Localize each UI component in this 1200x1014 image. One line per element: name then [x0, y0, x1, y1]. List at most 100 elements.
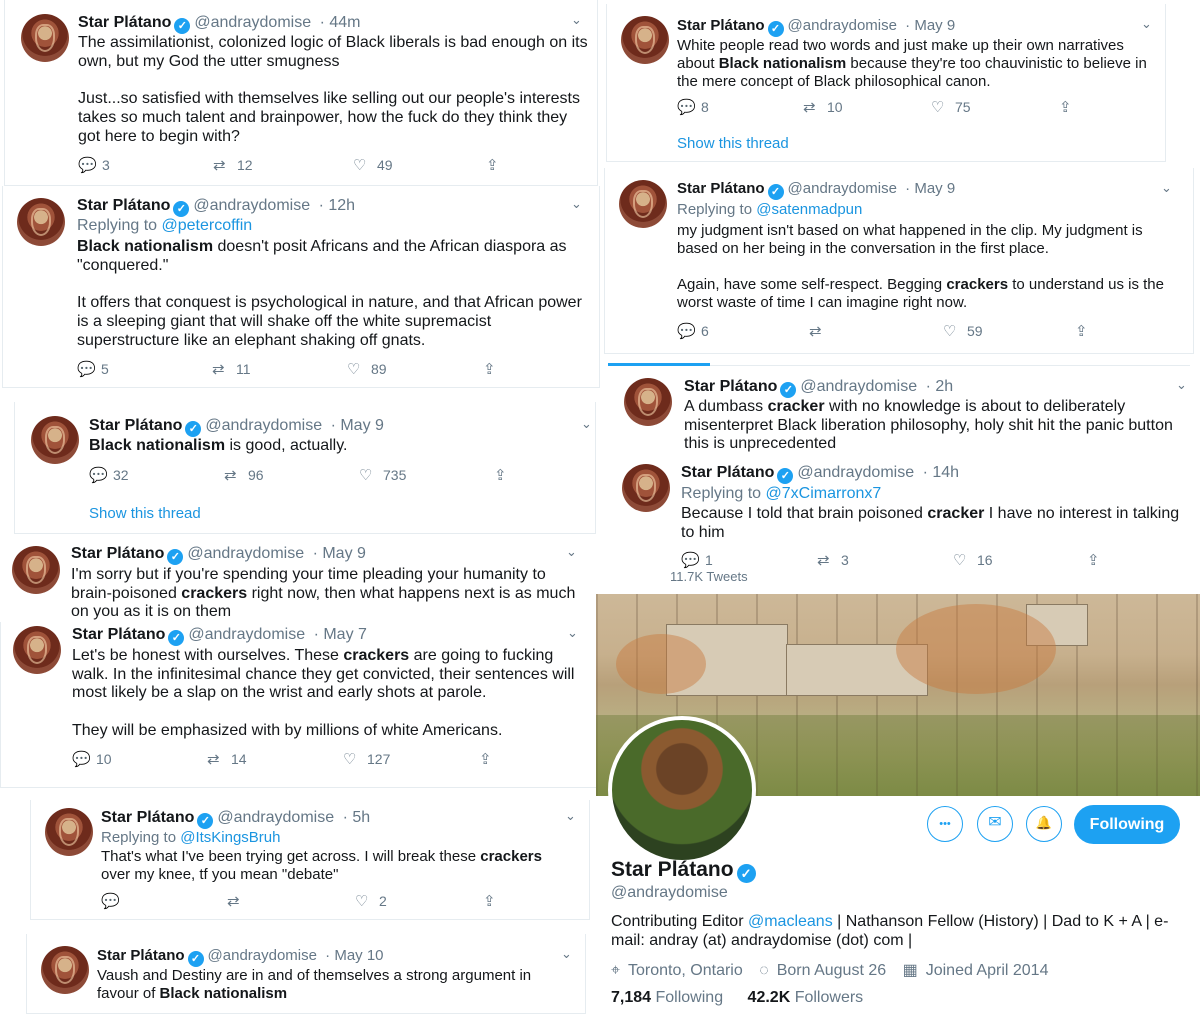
display-name[interactable]: Star Plátano — [71, 545, 164, 562]
chevron-down-icon[interactable]: ⌄ — [571, 12, 582, 28]
timestamp[interactable]: · 2h — [926, 378, 954, 395]
share-button[interactable]: ⇪ — [494, 466, 518, 484]
tweet-card[interactable]: Star Plátano ✓ @andraydomise · May 7 ⌄ Let… — [0, 622, 598, 788]
retweet-button[interactable]: ⇄ — [809, 322, 833, 340]
share-button[interactable]: ⇪ — [486, 156, 510, 174]
chevron-down-icon[interactable]: ⌄ — [1141, 16, 1152, 32]
handle[interactable]: @andraydomise — [217, 809, 334, 826]
reply-button[interactable]: 💬 10 — [72, 750, 112, 768]
like-button[interactable]: ♡ 89 — [347, 360, 387, 378]
avatar[interactable] — [621, 16, 669, 64]
timestamp[interactable]: · 44m — [320, 14, 361, 31]
reply-button[interactable]: 💬 5 — [77, 360, 109, 378]
avatar[interactable] — [45, 808, 93, 856]
profile-avatar[interactable] — [608, 716, 756, 864]
reply-target-link[interactable]: @7xCimarronx7 — [766, 485, 882, 502]
retweet-button[interactable]: ⇄ 11 — [212, 360, 251, 378]
show-thread-link[interactable]: Show this thread — [89, 505, 201, 522]
display-name[interactable]: Star Plátano — [101, 809, 194, 826]
avatar[interactable] — [622, 464, 670, 512]
display-name[interactable]: Star Plátano — [77, 197, 170, 214]
tweet-card[interactable]: Star Plátano ✓ @andraydomise · 44m ⌄ The a… — [4, 0, 598, 186]
retweet-button[interactable]: ⇄ — [227, 892, 251, 910]
tweet-card[interactable]: Star Plátano ✓ @andraydomise · 2h ⌄ A dumb… — [610, 368, 1200, 458]
handle[interactable]: @andraydomise — [205, 417, 322, 434]
reply-target-link[interactable]: @satenmadpun — [756, 201, 862, 218]
handle[interactable]: @andraydomise — [188, 626, 305, 643]
tweet-card[interactable]: Star Plátano ✓ @andraydomise · 12h ⌄ Reply… — [2, 186, 600, 388]
avatar[interactable] — [624, 378, 672, 426]
following-button[interactable]: Following — [1074, 805, 1180, 844]
handle[interactable]: @andraydomise — [187, 545, 304, 562]
retweet-button[interactable]: ⇄ 96 — [224, 466, 264, 484]
display-name[interactable]: Star Plátano — [72, 626, 165, 643]
handle[interactable]: @andraydomise — [208, 947, 317, 964]
handle[interactable]: @andraydomise — [193, 197, 310, 214]
like-button[interactable]: ♡ 16 — [953, 551, 993, 569]
notifications-button[interactable]: 🔔 — [1026, 806, 1062, 842]
timestamp[interactable]: · May 9 — [905, 180, 955, 197]
retweet-button[interactable]: ⇄ 12 — [213, 156, 253, 174]
share-button[interactable]: ⇪ — [483, 892, 507, 910]
chevron-down-icon[interactable]: ⌄ — [1176, 377, 1187, 393]
handle[interactable]: @andraydomise — [797, 464, 914, 481]
like-button[interactable]: ♡ 59 — [943, 322, 983, 340]
tweet-card[interactable]: Star Plátano ✓ @andraydomise · May 9 ⌄ Bla… — [14, 402, 596, 534]
like-button[interactable]: ♡ 127 — [343, 750, 390, 768]
followers-stat[interactable]: 42.2K Followers — [748, 989, 864, 1006]
avatar[interactable] — [13, 626, 61, 674]
bio-mention-link[interactable]: @macleans — [748, 913, 833, 930]
like-button[interactable]: ♡ 49 — [353, 156, 393, 174]
handle[interactable]: @andraydomise — [788, 180, 897, 197]
avatar[interactable] — [17, 198, 65, 246]
timestamp[interactable]: · 12h — [319, 197, 355, 214]
handle[interactable]: @andraydomise — [800, 378, 917, 395]
chevron-down-icon[interactable]: ⌄ — [581, 416, 592, 432]
display-name[interactable]: Star Plátano — [89, 417, 182, 434]
timestamp[interactable]: · May 7 — [314, 626, 367, 643]
chevron-down-icon[interactable]: ⌄ — [1161, 180, 1172, 196]
reply-button[interactable]: 💬 — [101, 892, 125, 910]
share-button[interactable]: ⇪ — [1087, 551, 1111, 569]
timestamp[interactable]: · May 9 — [905, 17, 955, 34]
share-button[interactable]: ⇪ — [479, 750, 503, 768]
reply-button[interactable]: 💬 3 — [78, 156, 110, 174]
retweet-button[interactable]: ⇄ 3 — [817, 551, 849, 569]
timestamp[interactable]: · May 10 — [325, 947, 383, 964]
tweet-card[interactable]: Star Plátano ✓ @andraydomise · May 9 ⌄ I'm… — [0, 538, 598, 622]
reply-button[interactable]: 💬 1 — [681, 551, 713, 569]
like-button[interactable]: ♡ 2 — [355, 892, 387, 910]
reply-target-link[interactable]: @petercoffin — [162, 217, 253, 234]
timestamp[interactable]: · May 9 — [331, 417, 384, 434]
share-button[interactable]: ⇪ — [483, 360, 507, 378]
chevron-down-icon[interactable]: ⌄ — [565, 808, 576, 824]
tweet-card[interactable]: Star Plátano ✓ @andraydomise · May 10 ⌄ Va… — [26, 934, 586, 1014]
timestamp[interactable]: · 5h — [343, 809, 371, 826]
share-button[interactable]: ⇪ — [1059, 98, 1083, 116]
avatar[interactable] — [12, 546, 60, 594]
tweet-card[interactable]: Star Plátano ✓ @andraydomise · May 9 ⌄ Whi… — [606, 4, 1166, 162]
chevron-down-icon[interactable]: ⌄ — [567, 625, 578, 641]
display-name[interactable]: Star Plátano — [684, 378, 777, 395]
message-button[interactable]: ✉ — [977, 806, 1013, 842]
timestamp[interactable]: · 14h — [923, 464, 959, 481]
reply-button[interactable]: 💬 8 — [677, 98, 709, 116]
avatar[interactable] — [21, 14, 69, 62]
chevron-down-icon[interactable]: ⌄ — [571, 196, 582, 212]
tweet-card[interactable]: Star Plátano ✓ @andraydomise · May 9 ⌄ Rep… — [604, 168, 1194, 354]
like-button[interactable]: ♡ 75 — [931, 98, 971, 116]
display-name[interactable]: Star Plátano — [97, 947, 185, 964]
reply-target-link[interactable]: @ItsKingsBruh — [180, 829, 280, 846]
chevron-down-icon[interactable]: ⌄ — [561, 946, 572, 962]
handle[interactable]: @andraydomise — [194, 14, 311, 31]
like-button[interactable]: ♡ 735 — [359, 466, 406, 484]
display-name[interactable]: Star Plátano — [677, 17, 765, 34]
avatar[interactable] — [619, 180, 667, 228]
show-thread-link[interactable]: Show this thread — [677, 135, 789, 152]
reply-button[interactable]: 💬 6 — [677, 322, 709, 340]
display-name[interactable]: Star Plátano — [78, 14, 171, 31]
tweet-card[interactable]: Star Plátano ✓ @andraydomise · 14h Replyin… — [608, 458, 1200, 582]
handle[interactable]: @andraydomise — [788, 17, 897, 34]
following-stat[interactable]: 7,184 Following — [611, 989, 723, 1006]
chevron-down-icon[interactable]: ⌄ — [566, 544, 577, 560]
